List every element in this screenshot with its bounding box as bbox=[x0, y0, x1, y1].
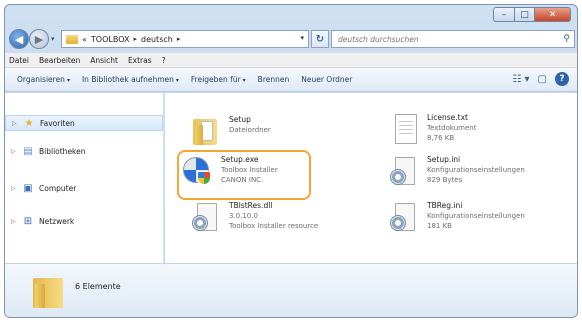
minimize-button[interactable]: – bbox=[493, 7, 515, 22]
breadcrumb-deutsch[interactable]: deutsch bbox=[141, 35, 173, 44]
address-overflow[interactable]: « bbox=[82, 35, 87, 44]
item-count: 6 Elemente bbox=[75, 282, 121, 291]
file-type: Konfigurationseinstellungen bbox=[427, 212, 525, 220]
breadcrumb-toolbox[interactable]: TOOLBOX bbox=[91, 35, 130, 44]
toolbar-right: ☷ ▾ ▢ ? bbox=[512, 72, 569, 86]
folder-icon bbox=[33, 276, 65, 310]
text-document-icon bbox=[389, 113, 421, 145]
back-button[interactable]: ◀ bbox=[9, 29, 29, 49]
file-name: TBReg.ini bbox=[427, 201, 463, 210]
expand-arrow-icon[interactable]: ▷ bbox=[11, 218, 21, 225]
file-item-tblstres-dll[interactable]: TBlstRes.dll 3.0.10.0 Toolbox Installer … bbox=[191, 201, 318, 233]
change-view-icon[interactable]: ☷ ▾ bbox=[512, 74, 529, 85]
nav-label: Bibliotheken bbox=[39, 146, 86, 156]
star-icon: ★ bbox=[24, 117, 34, 129]
explorer-window: – □ ✕ ◀ ▶ ▾ « TOOLBOX ▸ deutsch ▸ ▾ ↻ ⚲ … bbox=[4, 4, 578, 318]
menu-ansicht[interactable]: Ansicht bbox=[90, 56, 118, 65]
search-box[interactable]: ⚲ bbox=[331, 30, 575, 48]
forward-button[interactable]: ▶ bbox=[29, 29, 49, 49]
share-with-button[interactable]: Freigeben für ▾ bbox=[191, 75, 246, 84]
refresh-button[interactable]: ↻ bbox=[311, 30, 329, 48]
library-label: In Bibliothek aufnehmen bbox=[81, 75, 174, 84]
burn-button[interactable]: Brennen bbox=[258, 75, 290, 84]
address-row: ◀ ▶ ▾ « TOOLBOX ▸ deutsch ▸ ▾ ↻ ⚲ bbox=[5, 27, 577, 53]
file-type: Dateiordner bbox=[229, 126, 271, 134]
file-name: Setup.ini bbox=[427, 155, 461, 164]
nav-label: Netzwerk bbox=[39, 216, 75, 226]
menu-bearbeiten[interactable]: Bearbeiten bbox=[39, 56, 80, 65]
network-icon: ⊞ bbox=[23, 215, 33, 227]
folder-icon bbox=[66, 34, 78, 44]
file-item-setup-folder[interactable]: Setup Dateiordner bbox=[191, 115, 271, 147]
file-name: License.txt bbox=[427, 113, 468, 122]
setup-exe-highlight bbox=[177, 150, 311, 200]
nav-item-favorites[interactable]: ▷ ★ Favoriten bbox=[5, 115, 163, 131]
file-name: Setup bbox=[229, 115, 251, 124]
computer-icon: ▣ bbox=[23, 182, 33, 194]
file-name: TBlstRes.dll bbox=[229, 201, 273, 210]
nav-item-computer[interactable]: ▷ ▣ Computer bbox=[5, 180, 163, 196]
menu-extras[interactable]: Extras bbox=[128, 56, 152, 65]
navigation-pane: ▷ ★ Favoriten ▷ ▤ Bibliotheken ▷ ▣ Compu… bbox=[5, 93, 164, 263]
search-icon[interactable]: ⚲ bbox=[563, 34, 570, 44]
nav-label: Computer bbox=[39, 183, 77, 193]
nav-item-libraries[interactable]: ▷ ▤ Bibliotheken bbox=[5, 143, 163, 159]
window-controls: – □ ✕ bbox=[493, 7, 571, 22]
refresh-icon: ↻ bbox=[315, 33, 325, 45]
search-input[interactable] bbox=[338, 34, 538, 44]
file-description: Toolbox Installer resource bbox=[229, 222, 319, 230]
file-size: 8,76 KB bbox=[427, 134, 455, 142]
chevron-down-icon: ▾ bbox=[242, 77, 246, 84]
include-in-library-button[interactable]: In Bibliothek aufnehmen ▾ bbox=[82, 75, 179, 84]
share-label: Freigeben für bbox=[190, 75, 241, 84]
help-icon[interactable]: ? bbox=[555, 72, 569, 86]
chevron-down-icon: ▾ bbox=[66, 77, 70, 84]
file-size: 829 Bytes bbox=[427, 176, 463, 184]
file-type: Textdokument bbox=[427, 124, 477, 132]
file-version: 3.0.10.0 bbox=[229, 212, 258, 220]
command-toolbar: Organisieren ▾ In Bibliothek aufnehmen ▾ F… bbox=[5, 68, 577, 92]
chevron-down-icon: ▾ bbox=[175, 77, 179, 84]
close-button[interactable]: ✕ bbox=[535, 7, 571, 22]
folder-icon bbox=[191, 115, 223, 147]
details-pane: 6 Elemente bbox=[5, 263, 577, 317]
breadcrumb-separator-icon[interactable]: ▸ bbox=[177, 35, 181, 43]
organize-button[interactable]: Organisieren ▾ bbox=[17, 75, 70, 84]
dll-file-icon bbox=[191, 201, 223, 233]
breadcrumb-separator-icon[interactable]: ▸ bbox=[133, 35, 137, 43]
menu-bar: Datei Bearbeiten Ansicht Extras ? bbox=[5, 53, 577, 68]
title-bar: – □ ✕ bbox=[5, 5, 577, 25]
menu-datei[interactable]: Datei bbox=[9, 56, 29, 65]
nav-label: Favoriten bbox=[40, 118, 75, 128]
preview-pane-icon[interactable]: ▢ bbox=[538, 74, 547, 85]
address-bar[interactable]: « TOOLBOX ▸ deutsch ▸ ▾ bbox=[61, 30, 309, 48]
file-size: 181 KB bbox=[427, 222, 452, 230]
address-dropdown-icon[interactable]: ▾ bbox=[300, 34, 304, 42]
file-type: Konfigurationseinstellungen bbox=[427, 166, 525, 174]
organize-label: Organisieren bbox=[17, 75, 65, 84]
config-file-icon bbox=[389, 201, 421, 233]
expand-arrow-icon[interactable]: ▷ bbox=[12, 120, 22, 127]
library-icon: ▤ bbox=[23, 145, 33, 157]
expand-arrow-icon[interactable]: ▷ bbox=[11, 148, 21, 155]
nav-item-network[interactable]: ▷ ⊞ Netzwerk bbox=[5, 213, 163, 229]
file-item-tbreg-ini[interactable]: TBReg.ini Konfigurationseinstellungen 18… bbox=[389, 201, 525, 233]
new-folder-button[interactable]: Neuer Ordner bbox=[301, 75, 352, 84]
file-item-setup-ini[interactable]: Setup.ini Konfigurationseinstellungen 82… bbox=[389, 155, 525, 187]
expand-arrow-icon[interactable]: ▷ bbox=[11, 185, 21, 192]
file-item-license[interactable]: License.txt Textdokument 8,76 KB bbox=[389, 113, 476, 145]
config-file-icon bbox=[389, 155, 421, 187]
recent-pages-dropdown[interactable]: ▾ bbox=[51, 35, 55, 43]
menu-help[interactable]: ? bbox=[162, 56, 166, 65]
maximize-button[interactable]: □ bbox=[515, 7, 535, 22]
